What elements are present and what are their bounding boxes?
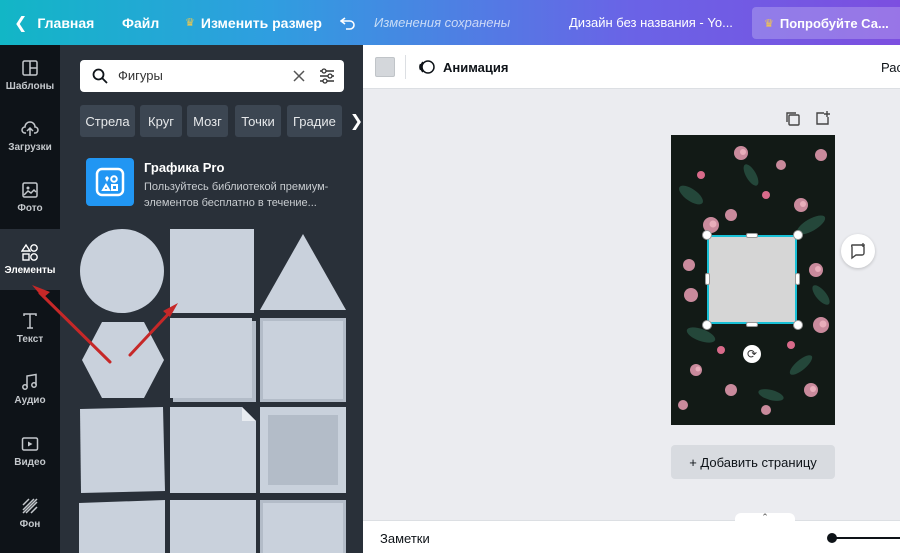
animation-button[interactable]: Анимация [418, 45, 508, 89]
resize-handle[interactable] [702, 230, 712, 240]
shape-folded-corner[interactable] [170, 407, 256, 493]
elements-icon [21, 243, 38, 261]
chevron-right-icon[interactable]: ❯ [343, 105, 363, 137]
toolbar-divider [405, 55, 406, 79]
resize-handle[interactable] [793, 320, 803, 330]
file-menu[interactable]: Файл [122, 0, 159, 45]
rail-label-audio: Аудио [14, 395, 46, 406]
text-icon [23, 313, 37, 329]
zoom-slider-track[interactable] [833, 537, 900, 539]
home-link[interactable]: ❮ Главная [14, 0, 94, 45]
rail-item-templates[interactable]: Шаблоны [0, 45, 60, 106]
rail-label-templates: Шаблоны [5, 81, 55, 92]
promo-text: Пользуйтесь библиотекой премиум-элементо… [144, 181, 329, 209]
comment-icon [851, 243, 865, 260]
shape-square[interactable] [170, 229, 254, 313]
zoom-slider-knob[interactable] [827, 533, 837, 543]
search-icon [92, 68, 108, 84]
crown-icon: ♛ [764, 17, 774, 30]
shape-frame[interactable] [260, 407, 346, 493]
color-picker[interactable] [375, 57, 395, 77]
resize-handle[interactable] [746, 233, 758, 238]
rail-item-audio[interactable]: Аудио [0, 359, 60, 420]
promo-title[interactable]: Графика Pro [144, 160, 224, 175]
chevron-left-icon: ❮ [14, 14, 28, 32]
search-input[interactable]: Фигуры [80, 60, 344, 92]
rail-label-text: Текст [16, 334, 44, 345]
background-icon [22, 498, 38, 514]
filter-icon[interactable] [319, 68, 335, 84]
home-label: Главная [37, 14, 95, 31]
chip-circle[interactable]: Круг [140, 105, 182, 137]
notes-button[interactable]: Заметки [380, 531, 430, 546]
upload-icon [21, 121, 39, 136]
resize-button[interactable]: ♛ Изменить размер [185, 0, 322, 45]
undo-icon [340, 16, 355, 30]
rail-label-elements: Элементы [4, 265, 56, 276]
rail-label-uploads: Загрузки [8, 142, 52, 153]
editor-toolbar: Анимация Рас [363, 45, 900, 89]
shape-triangle[interactable] [260, 234, 346, 310]
left-rail: Шаблоны Загрузки Фото Элементы Текст Ауд… [0, 45, 60, 553]
rail-item-uploads[interactable]: Загрузки [0, 106, 60, 167]
search-value: Фигуры [118, 68, 163, 83]
shape-hexagon[interactable] [82, 322, 164, 398]
photo-icon [22, 182, 38, 198]
shape-square-outline[interactable] [260, 318, 346, 402]
resize-label: Изменить размер [200, 14, 322, 31]
arrange-button[interactable]: Рас [881, 45, 900, 89]
shape-square-shadow[interactable] [170, 318, 256, 402]
chip-gradient[interactable]: Градие [287, 105, 342, 137]
chip-dots[interactable]: Точки [235, 105, 281, 137]
chevron-up-icon[interactable]: ⌃ [735, 513, 795, 522]
shape-square-bottom-2[interactable] [170, 500, 256, 553]
rail-label-photo: Фото [17, 203, 43, 214]
resize-handle[interactable] [705, 273, 710, 285]
comment-button[interactable] [841, 234, 875, 268]
rail-item-elements[interactable]: Элементы [0, 229, 60, 290]
suggestion-chips: Стрела Круг Мозг Точки Градие ❯ [80, 105, 363, 137]
resize-handle[interactable] [795, 273, 800, 285]
add-page-icon[interactable] [815, 110, 831, 126]
clear-icon[interactable] [293, 70, 305, 82]
animation-label: Анимация [443, 59, 509, 75]
animation-icon [419, 60, 435, 74]
top-bar: ❮ Главная Файл ♛ Изменить размер Изменен… [0, 0, 900, 45]
canvas-area: ⟳ + Добавить страницу [363, 89, 900, 520]
rail-label-background: Фон [19, 519, 41, 530]
shape-square-bottom-1[interactable] [79, 500, 165, 553]
save-status: Изменения сохранены [374, 15, 511, 30]
shape-square-bottom-3[interactable] [260, 500, 346, 553]
undo-button[interactable] [340, 0, 356, 45]
shape-circle[interactable] [79, 228, 165, 314]
chip-arrow[interactable]: Стрела [80, 105, 135, 137]
notes-bar: ⌃ Заметки [363, 513, 900, 553]
shape-square-rough[interactable] [79, 407, 165, 493]
rail-item-text[interactable]: Текст [0, 298, 60, 359]
graphics-pro-icon[interactable] [86, 158, 134, 206]
document-title[interactable]: Дизайн без названия - Yo... [569, 0, 733, 45]
add-page-button[interactable]: + Добавить страницу [671, 445, 835, 479]
crown-icon: ♛ [185, 17, 195, 29]
try-pro-label: Попробуйте Са... [779, 15, 889, 31]
templates-icon [22, 60, 38, 76]
rail-item-video[interactable]: Видео [0, 421, 60, 482]
rail-label-video: Видео [14, 457, 46, 468]
elements-panel: Фигуры Стрела Круг Мозг Точки Градие ❯ Г… [60, 45, 363, 553]
video-icon [21, 437, 39, 451]
rail-item-photo[interactable]: Фото [0, 167, 60, 228]
audio-icon [22, 373, 37, 390]
selected-square-element[interactable] [707, 235, 797, 324]
try-pro-button[interactable]: ♛ Попробуйте Са... [752, 7, 900, 39]
resize-handle[interactable] [702, 320, 712, 330]
chip-brain[interactable]: Мозг [187, 105, 228, 137]
resize-handle[interactable] [793, 230, 803, 240]
rotate-icon[interactable]: ⟳ [743, 345, 761, 363]
duplicate-page-icon[interactable] [785, 111, 801, 127]
rail-item-background[interactable]: Фон [0, 483, 60, 544]
resize-handle[interactable] [746, 322, 758, 327]
design-page[interactable]: ⟳ [671, 135, 835, 425]
